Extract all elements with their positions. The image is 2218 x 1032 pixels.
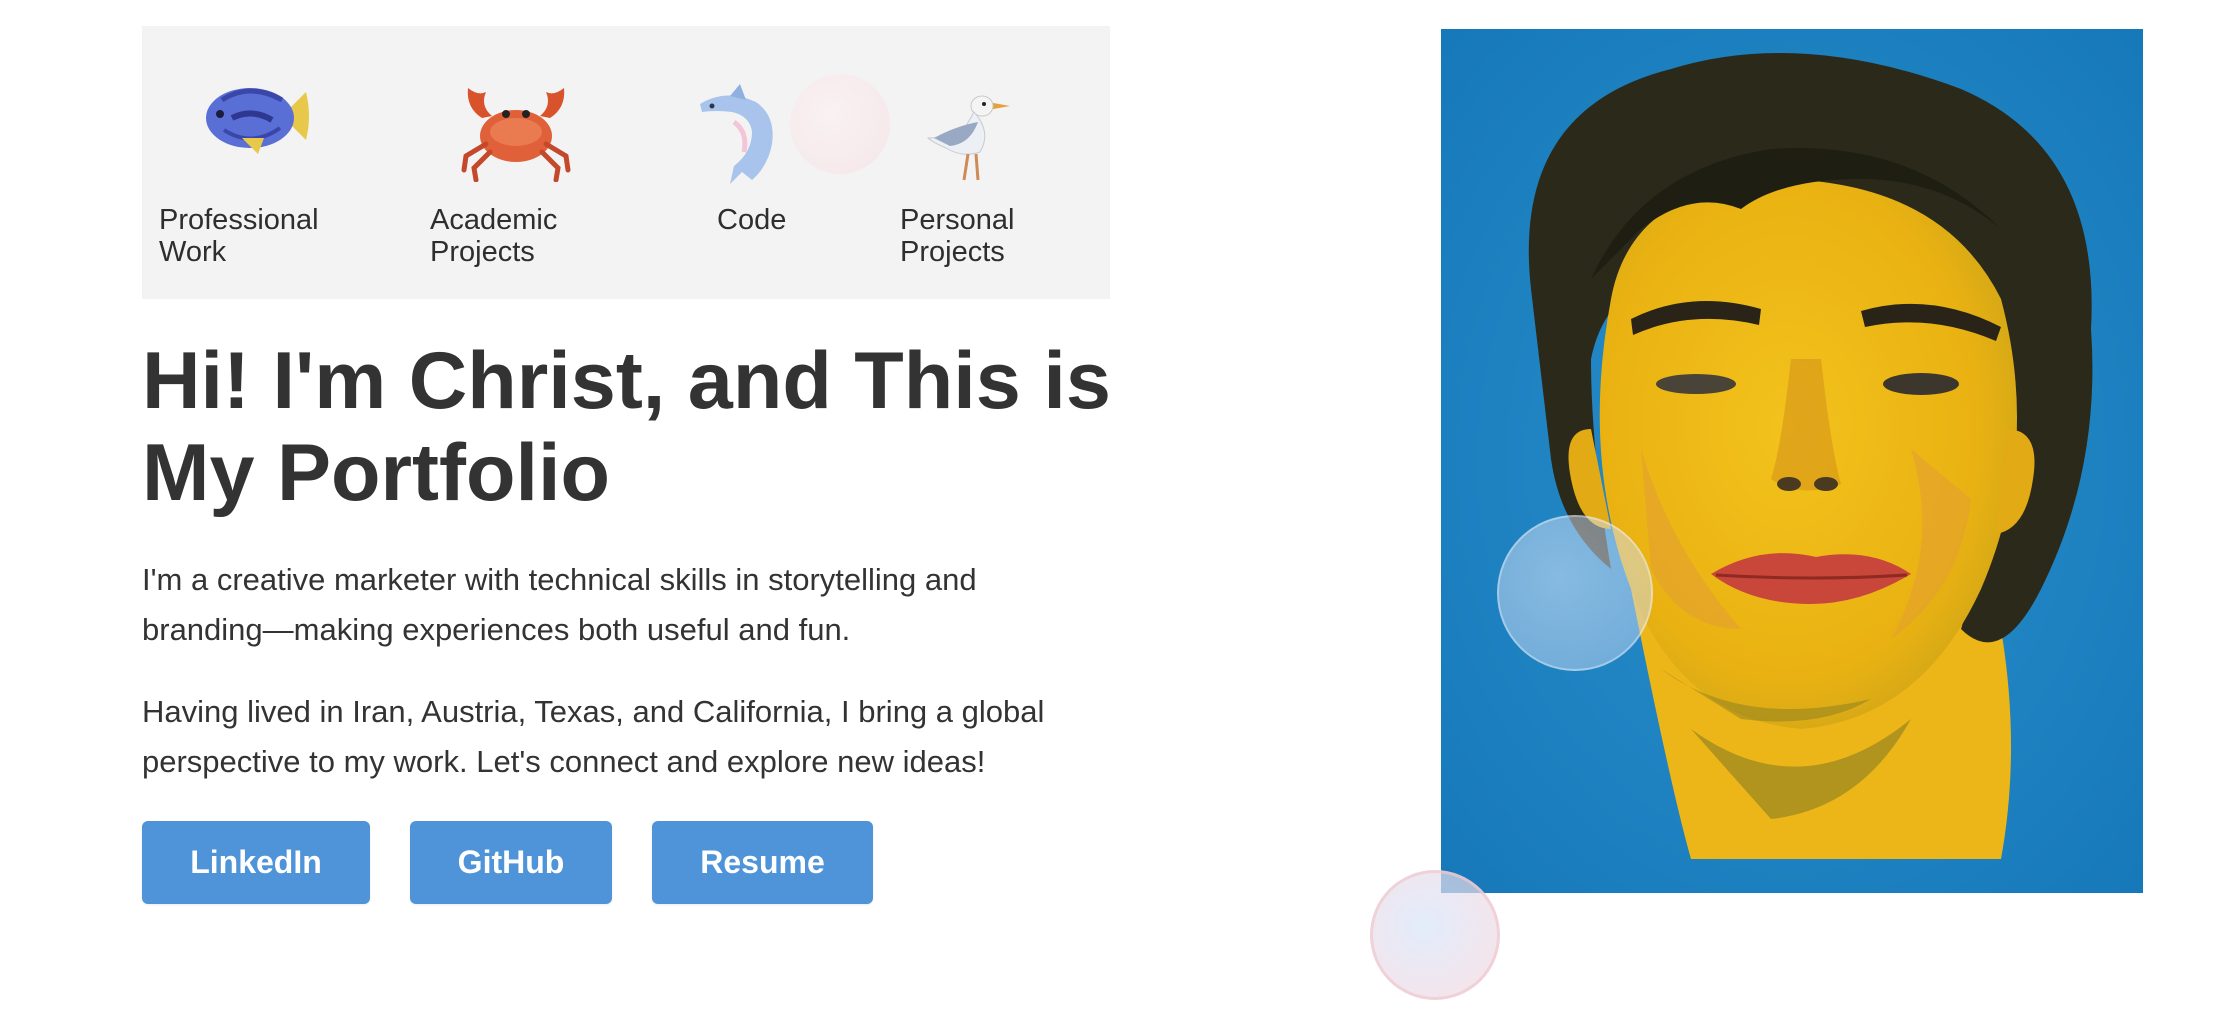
page-title: Hi! I'm Christ, and This is My Portfolio [142,336,1111,518]
intro-text: I'm a creative marketer with technical s… [142,562,977,647]
bubble-decoration [1497,515,1653,671]
nav-label-personal-projects: Personal Projects [900,204,1015,268]
nav-label-professional-work: Professional Work [159,204,319,268]
bio-text: Having lived in Iran, Austria, Texas, an… [142,694,1045,779]
linkedin-button[interactable]: LinkedIn [142,821,370,904]
bubble-decoration [1370,870,1500,1000]
nav-label-academic-projects: Academic Projects [430,204,558,268]
github-button[interactable]: GitHub [410,821,612,904]
nav-label-code: Code [717,204,787,236]
nav-item-academic-projects[interactable]: Academic Projects [412,26,662,299]
portrait-painting [1441,29,2143,893]
nav-item-personal-projects[interactable]: Personal Projects [882,26,1110,299]
category-nav: Professional Work Academic Projects Code… [142,26,1110,299]
fish-icon [206,88,309,154]
resume-button[interactable]: Resume [652,821,873,904]
portrait-image [1441,29,2143,893]
nav-item-professional-work[interactable]: Professional Work [142,26,392,299]
crab-icon [461,88,571,182]
seagull-icon [926,95,1010,181]
bubble-decoration [790,74,890,174]
dolphin-icon [700,84,773,184]
